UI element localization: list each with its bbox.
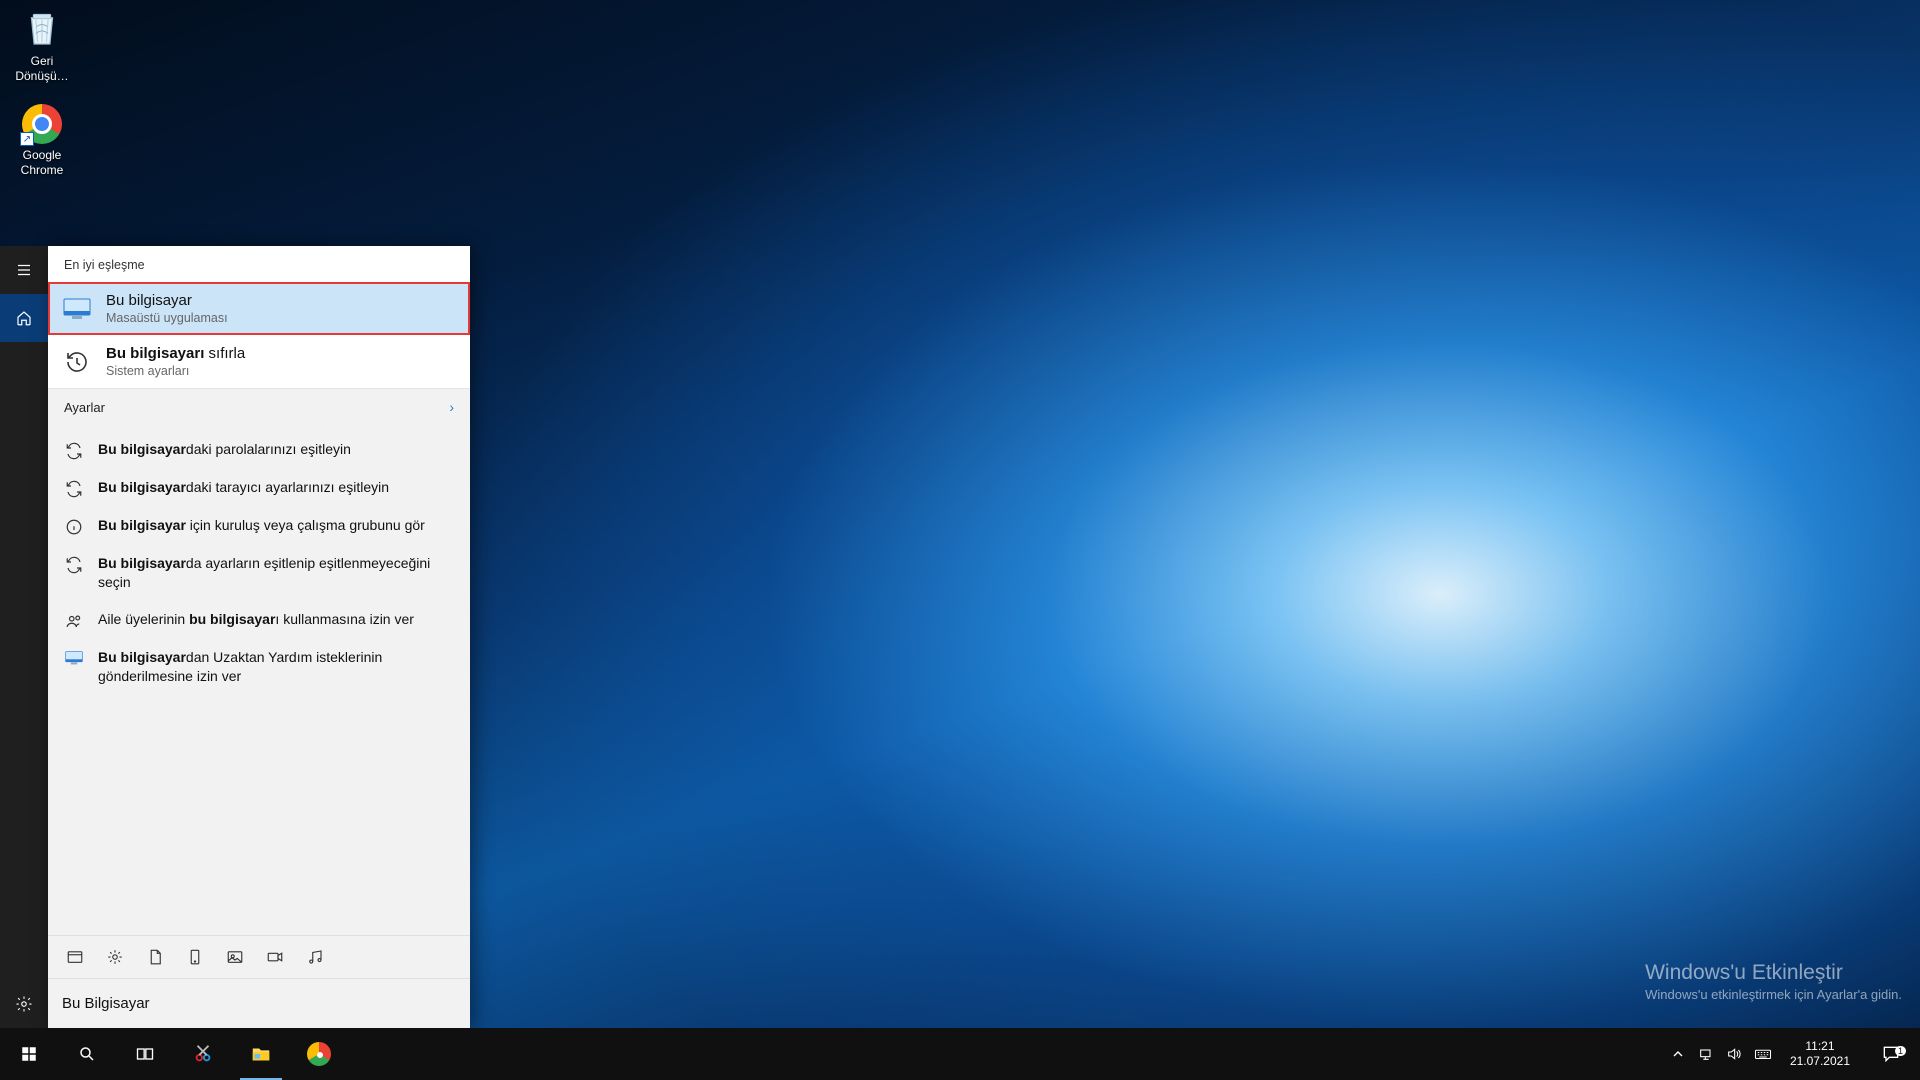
settings-result-text: Bu bilgisayar için kuruluş veya çalışma … — [98, 516, 425, 536]
search-results-panel: En iyi eşleşme Bu bilgisayar Masaüstü uy… — [48, 246, 470, 1028]
filter-apps-icon[interactable] — [66, 948, 84, 966]
filter-photos-icon[interactable] — [226, 948, 244, 966]
this-pc-icon — [62, 298, 92, 320]
taskbar-app-chrome[interactable] — [290, 1028, 348, 1080]
best-match-title: Bu bilgisayar — [106, 292, 228, 309]
clock-date: 21.07.2021 — [1790, 1054, 1850, 1069]
home-button[interactable] — [0, 294, 48, 342]
best-match-subtitle: Masaüstü uygulaması — [106, 311, 228, 325]
settings-result-text: Bu bilgisayardaki parolalarınızı eşitley… — [98, 440, 351, 460]
best-match-this-pc[interactable]: Bu bilgisayar Masaüstü uygulaması — [48, 282, 470, 335]
taskbar-app-snip[interactable] — [174, 1028, 232, 1080]
clock-time: 11:21 — [1790, 1039, 1850, 1054]
tray-volume-icon[interactable] — [1726, 1046, 1742, 1062]
notification-badge: 1 — [1895, 1046, 1906, 1056]
hamburger-button[interactable] — [0, 246, 48, 294]
best-match-list: Bu bilgisayar Masaüstü uygulaması Bu bil… — [48, 282, 470, 388]
settings-result-item[interactable]: Bu bilgisayardan Uzaktan Yardım istekler… — [48, 639, 470, 695]
taskbar: 11:21 21.07.2021 1 — [0, 1028, 1920, 1080]
desktop-icon-recycle-bin[interactable]: Geri Dönüşü… — [4, 8, 80, 84]
people-icon — [64, 612, 84, 630]
desktop-background[interactable]: Geri Dönüşü… ↗ Google Chrome Windows'u E… — [0, 0, 1920, 1080]
filter-documents-icon[interactable] — [146, 948, 164, 966]
settings-result-text: Bu bilgisayarda ayarların eşitlenip eşit… — [98, 554, 454, 592]
best-match-title: Bu bilgisayarı sıfırla — [106, 345, 245, 362]
chrome-icon: ↗ — [20, 102, 64, 146]
search-button[interactable] — [58, 1028, 116, 1080]
chevron-right-icon: › — [449, 399, 454, 415]
info-icon — [64, 518, 84, 536]
watermark-title: Windows'u Etkinleştir — [1645, 961, 1902, 985]
start-button[interactable] — [0, 1028, 58, 1080]
taskbar-app-file-explorer[interactable] — [232, 1028, 290, 1080]
tray-chevron-up-icon[interactable] — [1670, 1046, 1686, 1062]
best-match-header: En iyi eşleşme — [48, 246, 470, 282]
sync-icon — [64, 442, 84, 460]
search-input[interactable] — [62, 995, 456, 1012]
settings-section-label: Ayarlar — [64, 400, 105, 415]
system-tray: 11:21 21.07.2021 1 — [1660, 1028, 1920, 1080]
settings-result-text: Aile üyelerinin bu bilgisayarı kullanmas… — [98, 610, 414, 630]
recycle-bin-icon — [20, 8, 64, 52]
pc-icon — [64, 650, 84, 686]
settings-result-item[interactable]: Bu bilgisayardaki tarayıcı ayarlarınızı … — [48, 469, 470, 507]
task-view-button[interactable] — [116, 1028, 174, 1080]
settings-results-list: Bu bilgisayardaki parolalarınızı eşitley… — [48, 425, 470, 705]
shortcut-arrow-icon: ↗ — [20, 132, 34, 146]
filter-music-icon[interactable] — [306, 948, 324, 966]
desktop-icon-chrome[interactable]: ↗ Google Chrome — [4, 102, 80, 178]
desktop-icons-area: Geri Dönüşü… ↗ Google Chrome — [4, 8, 80, 178]
best-match-subtitle: Sistem ayarları — [106, 364, 245, 378]
tray-keyboard-icon[interactable] — [1754, 1045, 1772, 1063]
start-left-rail — [0, 246, 48, 1028]
settings-section-header[interactable]: Ayarlar › — [48, 388, 470, 425]
filter-videos-icon[interactable] — [266, 948, 284, 966]
desktop-icon-label: Geri Dönüşü… — [5, 54, 79, 84]
settings-result-item[interactable]: Bu bilgisayarda ayarların eşitlenip eşit… — [48, 545, 470, 601]
settings-result-text: Bu bilgisayardaki tarayıcı ayarlarınızı … — [98, 478, 389, 498]
settings-result-item[interactable]: Aile üyelerinin bu bilgisayarı kullanmas… — [48, 601, 470, 639]
settings-gear-button[interactable] — [0, 980, 48, 1028]
desktop-icon-label: Google Chrome — [5, 148, 79, 178]
history-icon — [62, 350, 92, 374]
search-input-row — [48, 978, 470, 1028]
action-center-button[interactable]: 1 — [1868, 1044, 1914, 1064]
settings-result-text: Bu bilgisayardan Uzaktan Yardım istekler… — [98, 648, 454, 686]
settings-result-item[interactable]: Bu bilgisayardaki parolalarınızı eşitley… — [48, 431, 470, 469]
search-filter-bar — [48, 935, 470, 978]
filter-settings-icon[interactable] — [106, 948, 124, 966]
sync-icon — [64, 480, 84, 498]
sync-icon — [64, 556, 84, 592]
best-match-reset-pc[interactable]: Bu bilgisayarı sıfırla Sistem ayarları — [48, 335, 470, 388]
settings-result-item[interactable]: Bu bilgisayar için kuruluş veya çalışma … — [48, 507, 470, 545]
activation-watermark: Windows'u Etkinleştir Windows'u etkinleş… — [1645, 961, 1902, 1002]
taskbar-clock[interactable]: 11:21 21.07.2021 — [1784, 1039, 1856, 1069]
tray-network-icon[interactable] — [1698, 1046, 1714, 1062]
filter-tablet-icon[interactable] — [186, 948, 204, 966]
watermark-subtitle: Windows'u etkinleştirmek için Ayarlar'a … — [1645, 987, 1902, 1002]
